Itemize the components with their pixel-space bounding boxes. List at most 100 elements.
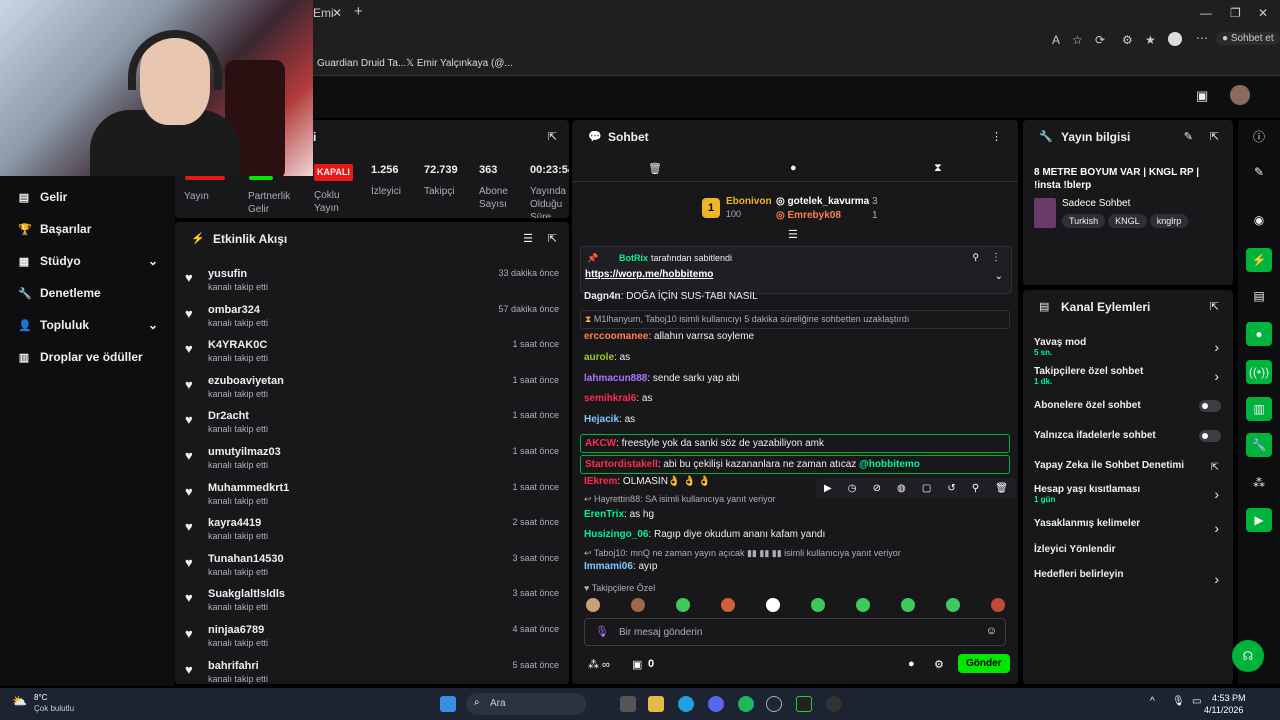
- edge-icon[interactable]: [678, 696, 694, 712]
- emote-icon[interactable]: [586, 598, 600, 612]
- trash-icon[interactable]: 🗑: [648, 162, 662, 175]
- chevron-right-icon[interactable]: ›: [1214, 571, 1219, 587]
- chat-icon[interactable]: ●: [1246, 322, 1272, 346]
- nav-item-studyo[interactable]: ▦ Stüdyo ⌄: [18, 254, 158, 268]
- discord-icon[interactable]: [708, 696, 724, 712]
- leader-3-name[interactable]: ◎ Emrebyk08: [776, 210, 841, 221]
- event-user[interactable]: bahrifahri: [208, 660, 259, 672]
- minimize-icon[interactable]: —: [1200, 6, 1212, 20]
- send-button[interactable]: Gönder: [958, 654, 1010, 673]
- microphone-icon[interactable]: 🎙: [595, 625, 609, 638]
- broadcast-icon[interactable]: ((•)): [1246, 360, 1272, 384]
- chat-username[interactable]: Dagn4n: [584, 291, 621, 302]
- puzzle-icon[interactable]: ⚙: [1122, 33, 1133, 47]
- emoji-icon[interactable]: ☺: [986, 625, 997, 637]
- event-user[interactable]: ombar324: [208, 304, 260, 316]
- event-user[interactable]: ninjaa6789: [208, 624, 264, 636]
- chat-username[interactable]: AKCW: [585, 438, 616, 449]
- chat-input[interactable]: 🎙 Bir mesaj gönderin ☺: [584, 618, 1006, 646]
- nav-item-topluluk[interactable]: 👤 Topluluk ⌄: [18, 318, 158, 332]
- nav-item-basarilar[interactable]: 🏆 Başarılar: [18, 222, 91, 236]
- help-button[interactable]: ☊: [1232, 640, 1264, 672]
- event-row[interactable]: ♥ Suakglaltlsldls kanalı takip etti 3 saat …: [185, 586, 559, 622]
- timeout-icon[interactable]: ◷: [848, 483, 857, 494]
- emote-icon[interactable]: [811, 598, 825, 612]
- file-explorer-icon[interactable]: [648, 696, 664, 712]
- chevron-right-icon[interactable]: ›: [1214, 486, 1219, 502]
- filter-icon[interactable]: ☰: [523, 232, 533, 245]
- document-icon[interactable]: ▤: [1246, 284, 1272, 308]
- maximize-icon[interactable]: ❐: [1230, 6, 1241, 20]
- app-icon[interactable]: [796, 696, 812, 712]
- toggle-switch[interactable]: [1199, 400, 1221, 412]
- event-row[interactable]: ♥ Tunahan14530 kanalı takip etti 3 saat önc…: [185, 551, 559, 587]
- actions-icon[interactable]: ▥: [1246, 397, 1272, 421]
- channel-action-item[interactable]: Hedefleri belirleyin: [1034, 569, 1123, 580]
- channel-action-item[interactable]: Takipçilere özel sohbet 1 dk.: [1034, 366, 1143, 386]
- emote-icon[interactable]: [856, 598, 870, 612]
- chat-username[interactable]: ErenTrix: [584, 509, 624, 520]
- close-tab-icon[interactable]: ✕: [332, 6, 342, 20]
- clock-time[interactable]: 4:53 PM: [1212, 693, 1246, 703]
- hourglass-icon[interactable]: ⧗: [934, 162, 942, 175]
- expand-icon[interactable]: ☰: [788, 228, 798, 241]
- bookmark-guardian[interactable]: Guardian Druid Ta...: [317, 58, 406, 69]
- pinned-by[interactable]: BotRix: [619, 253, 648, 263]
- channel-action-item[interactable]: Hesap yaşı kısıtlaması 1 gün: [1034, 484, 1140, 504]
- popout-icon[interactable]: ⇱: [1210, 300, 1219, 313]
- chat-username[interactable]: erccoomanee: [584, 331, 648, 342]
- event-user[interactable]: ezuboaviyetan: [208, 375, 284, 387]
- event-user[interactable]: Dr2acht: [208, 410, 249, 422]
- pinned-link[interactable]: https://worp.me/hobbitemo: [585, 269, 713, 280]
- edit-icon[interactable]: ✎: [1246, 160, 1272, 184]
- chat-mention[interactable]: @hobbitemo: [859, 459, 920, 470]
- new-tab-icon[interactable]: +: [354, 3, 363, 20]
- channel-action-item[interactable]: Yasaklanmış kelimeler: [1034, 518, 1140, 529]
- event-user[interactable]: yusufin: [208, 268, 247, 280]
- community-icon[interactable]: ⁂ ∞: [588, 658, 610, 671]
- obs-icon[interactable]: [826, 696, 842, 712]
- pin-icon[interactable]: ⚲: [972, 483, 979, 494]
- tab-label[interactable]: Emi: [313, 6, 334, 20]
- microphone-icon[interactable]: 🎙: [1172, 696, 1185, 707]
- play-icon[interactable]: ▶: [824, 483, 832, 494]
- event-row[interactable]: ♥ ezuboaviyetan kanalı takip etti 1 saat ön…: [185, 373, 559, 409]
- event-user[interactable]: kayra4419: [208, 517, 261, 529]
- chat-bubble-icon[interactable]: ●: [790, 162, 797, 174]
- chevron-right-icon[interactable]: ›: [1214, 339, 1219, 355]
- favorite-icon[interactable]: ☆: [1072, 33, 1083, 47]
- channel-action-item[interactable]: Yalnızca ifadelerle sohbet: [1034, 430, 1156, 441]
- ban-icon[interactable]: ⊘: [873, 483, 881, 494]
- chat-username[interactable]: Immami06: [584, 561, 633, 572]
- gear-icon[interactable]: ⚙: [934, 658, 944, 671]
- event-row[interactable]: ♥ K4YRAK0C kanalı takip etti 1 saat önce: [185, 337, 559, 373]
- copy-icon[interactable]: ▢: [922, 483, 931, 494]
- event-row[interactable]: ♥ Muhammedkrt1 kanalı takip etti 1 saat önc…: [185, 480, 559, 516]
- emote-icon[interactable]: [901, 598, 915, 612]
- event-user[interactable]: K4YRAK0C: [208, 339, 267, 351]
- nav-item-droplar[interactable]: ▥ Droplar ve ödüller: [18, 350, 143, 364]
- external-link-icon[interactable]: ⇱: [1211, 462, 1219, 473]
- popout-icon[interactable]: ⇱: [548, 232, 557, 245]
- emote-icon[interactable]: [631, 598, 645, 612]
- close-window-icon[interactable]: ✕: [1258, 6, 1268, 20]
- leader-2-name[interactable]: ◎ gotelek_kavurma: [776, 196, 869, 207]
- event-row[interactable]: ♥ Dr2acht kanalı takip etti 1 saat önce: [185, 408, 559, 444]
- camera-icon[interactable]: ▣: [1196, 88, 1208, 104]
- taskbar-search[interactable]: ⌕ Ara: [466, 693, 586, 715]
- chevron-right-icon[interactable]: ›: [1214, 368, 1219, 384]
- channel-action-item[interactable]: Yapay Zeka ile Sohbet Denetimi: [1034, 460, 1184, 471]
- user-avatar[interactable]: [1230, 85, 1250, 105]
- emote-icon[interactable]: [676, 598, 690, 612]
- bookmark-twitter[interactable]: 𝕏 Emir Yalçınkaya (@...: [406, 58, 513, 69]
- community-icon[interactable]: ⁂: [1246, 471, 1272, 495]
- copilot-button[interactable]: ● Sohbet et: [1216, 32, 1280, 45]
- channel-action-item[interactable]: Yavaş mod 5 sn.: [1034, 337, 1086, 357]
- toggle-switch[interactable]: [1199, 430, 1221, 442]
- delete-icon[interactable]: 🗑: [995, 483, 1008, 494]
- reply-icon[interactable]: ◍: [897, 483, 906, 494]
- clock-date[interactable]: 4/11/2026: [1204, 705, 1243, 715]
- tag[interactable]: knglrp: [1149, 214, 1189, 228]
- chat-settings-bubble-icon[interactable]: ●: [908, 658, 915, 670]
- chat-username[interactable]: Hejacik: [584, 414, 619, 425]
